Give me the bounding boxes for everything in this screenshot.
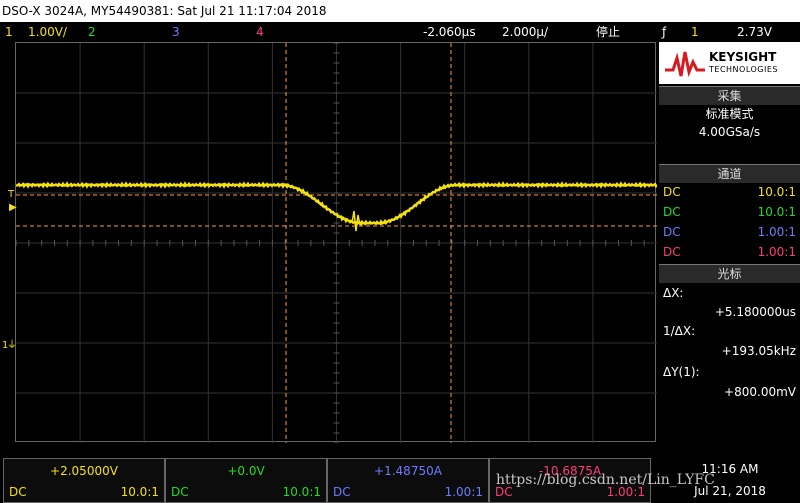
horizontal-delay[interactable]: -2.060µs [423, 22, 476, 42]
trace-glitch [351, 210, 361, 232]
ch3-offset: +1.48750A [374, 464, 442, 478]
ch2-box-probe: 10.0:1 [282, 485, 321, 499]
ch3-box-probe: 1.00:1 [444, 485, 483, 499]
waveform-grid [16, 43, 657, 443]
trigger-arrow-icon: ▶ [9, 202, 17, 213]
logo-word: KEYSIGHT [709, 50, 777, 64]
ch1-scale[interactable]: 1.00V/ [28, 22, 67, 42]
ch2-offset: +0.0V [227, 464, 265, 478]
side-panel: KEYSIGHT TECHNOLOGIES 采集 标准模式 4.00GSa/s … [659, 42, 800, 442]
cursors-header[interactable]: 光标 [659, 264, 800, 283]
window-title: DSO-X 3024A, MY54490381: Sat Jul 21 11:1… [0, 0, 800, 22]
watermark: https://blog.csdn.net/Lin_LYFC [496, 472, 715, 488]
sample-rate: 4.00GSa/s [698, 125, 761, 139]
ch3-label[interactable]: 3 [172, 22, 180, 42]
trigger-source[interactable]: 1 [691, 22, 699, 42]
dx-label: ΔX: [663, 286, 684, 300]
ch2-box[interactable]: +0.0V DC 10.0:1 [165, 458, 327, 503]
dy-value: +800.00mV [724, 385, 796, 399]
acquire-mode: 标准模式 [705, 107, 754, 121]
inv-dx-label: 1/ΔX: [663, 324, 696, 338]
ch2-coupling: DC [663, 205, 681, 219]
keysight-logo: KEYSIGHT TECHNOLOGIES [659, 42, 800, 84]
ch4-coupling: DC [663, 245, 681, 259]
ch1-box[interactable]: +2.05000V DC 10.0:1 [3, 458, 165, 503]
ch1-probe: 10.0:1 [757, 185, 796, 199]
ch1-box-probe: 10.0:1 [120, 485, 159, 499]
top-status-row: 1 1.00V/ 2 3 4 -2.060µs 2.000µ/ 停止 ƒ 1 2… [0, 22, 800, 42]
keysight-wave-icon [665, 51, 705, 78]
trigger-level[interactable]: 2.73V [737, 22, 772, 42]
ch3-box-coupling: DC [333, 485, 351, 499]
channels-header[interactable]: 通道 [659, 164, 800, 183]
trigger-edge-icon: ƒ [662, 25, 667, 39]
inv-dx-value: +193.05kHz [721, 344, 796, 358]
ch4-label[interactable]: 4 [256, 22, 264, 42]
ch3-probe: 1.00:1 [757, 225, 796, 239]
acquire-header[interactable]: 采集 [659, 86, 800, 105]
dy-label: ΔY(1): [663, 365, 700, 379]
ground-icon: ⏚ [7, 340, 17, 351]
trigger-level-marker[interactable]: T [8, 190, 14, 200]
run-state[interactable]: 停止 [596, 22, 620, 42]
ch1-coupling: DC [663, 185, 681, 199]
dx-value: +5.180000us [714, 305, 796, 319]
ch4-probe: 1.00:1 [757, 245, 796, 259]
ch2-probe: 10.0:1 [757, 205, 796, 219]
ch2-label[interactable]: 2 [88, 22, 96, 42]
ch1-label[interactable]: 1 [5, 22, 13, 42]
logo-sub: TECHNOLOGIES [709, 65, 778, 74]
waveform-display[interactable] [15, 42, 657, 443]
timebase[interactable]: 2.000µ/ [502, 22, 548, 42]
ch1-offset: +2.05000V [50, 464, 118, 478]
ch3-box[interactable]: +1.48750A DC 1.00:1 [327, 458, 489, 503]
ch1-box-coupling: DC [9, 485, 27, 499]
ch3-coupling: DC [663, 225, 681, 239]
ch2-box-coupling: DC [171, 485, 189, 499]
